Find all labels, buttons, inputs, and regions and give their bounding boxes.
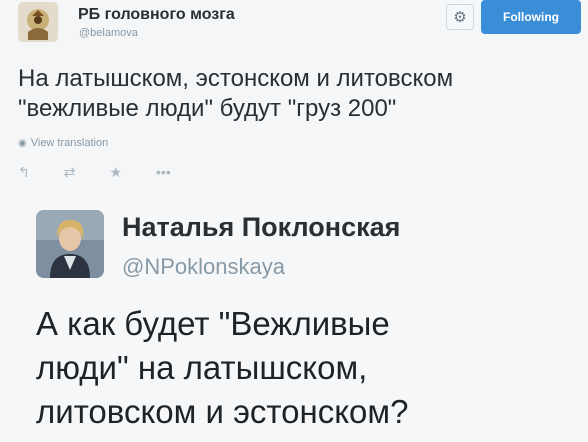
following-button[interactable]: Following [481, 0, 581, 34]
author-handle[interactable]: @belamova [79, 27, 138, 39]
retweet-icon[interactable]: ⇄ [64, 164, 76, 181]
tweet-text-line: литовском и эстонском? [36, 393, 409, 430]
view-translation-link[interactable]: ◉ View translation [18, 137, 108, 149]
favorite-icon[interactable]: ★ [109, 164, 122, 181]
tweet-text: А как будет "Вежливые люди" на латышском… [36, 302, 576, 434]
author-avatar[interactable] [36, 210, 104, 278]
settings-button[interactable]: ⚙ [446, 4, 474, 30]
tweet-text: На латышском, эстонском и литовском "веж… [18, 64, 578, 124]
gear-icon: ⚙ [453, 8, 467, 26]
tweet-text-line: А как будет "Вежливые [36, 305, 390, 342]
author-handle[interactable]: @NPoklonskaya [122, 254, 285, 280]
tweet-text-line: "вежливые люди" будут "груз 200" [18, 95, 397, 122]
author-avatar[interactable] [18, 2, 58, 42]
retweeted-tweet: РБ головного мозга @belamova ⚙ Following… [0, 0, 588, 190]
quoted-tweet: Наталья Поклонская @NPoklonskaya А как б… [0, 190, 588, 442]
tweet-text-line: На латышском, эстонском и литовском [18, 65, 454, 92]
author-name[interactable]: Наталья Поклонская [122, 212, 400, 243]
more-icon[interactable]: ••• [156, 164, 171, 181]
globe-icon: ◉ [18, 137, 27, 149]
portrait-photo [36, 210, 104, 278]
coat-of-arms-icon [18, 2, 58, 42]
author-name[interactable]: РБ головного мозга [78, 6, 235, 24]
reply-icon[interactable]: ↰ [18, 164, 30, 181]
view-translation-label: View translation [30, 137, 109, 149]
tweet-text-line: люди" на латышском, [36, 349, 368, 386]
tweet-actions: ↰ ⇄ ★ ••• [18, 164, 171, 181]
